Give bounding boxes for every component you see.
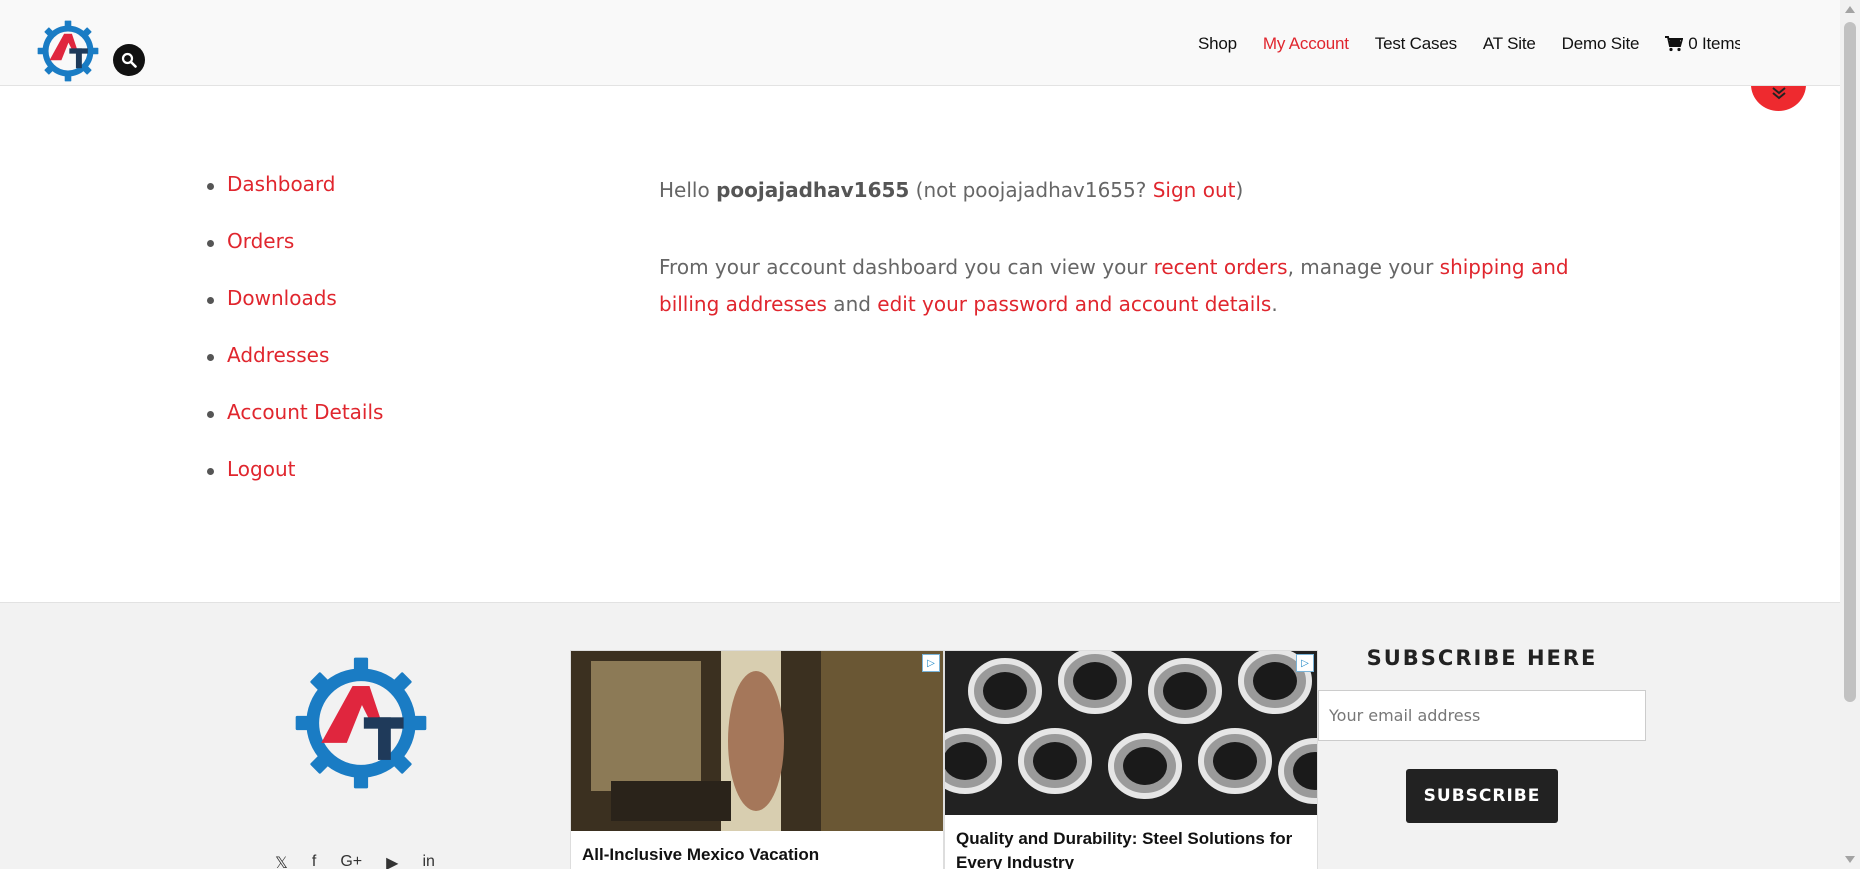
account-navigation: Dashboard Orders Downloads Addresses Acc… (206, 172, 383, 514)
twitter-icon[interactable]: 𝕏 (275, 853, 288, 869)
close-paren: ) (1235, 178, 1244, 202)
account-nav-downloads[interactable]: Downloads (227, 286, 337, 310)
account-nav-item: Account Details (206, 400, 383, 457)
ad-photo-placeholder (945, 651, 1317, 815)
social-links: 𝕏 f G+ ▶ in (275, 853, 435, 869)
ad-card[interactable]: ▷ Quality and Durability: Steel Solution… (944, 650, 1318, 869)
search-button[interactable] (113, 44, 145, 76)
double-chevron-down-icon (1771, 87, 1786, 100)
ad-title: All-Inclusive Mexico Vacation (582, 845, 820, 864)
ad-image: ▷ (945, 651, 1317, 815)
youtube-icon[interactable]: ▶ (386, 853, 398, 869)
subscribe-widget: SUBSCRIBE HERE SUBSCRIBE (1318, 646, 1646, 823)
account-nav-item: Dashboard (206, 172, 383, 229)
nav-test-cases[interactable]: Test Cases (1375, 34, 1457, 54)
ad-photo-placeholder (571, 651, 943, 831)
sign-out-link[interactable]: Sign out (1153, 178, 1236, 202)
linkedin-icon[interactable]: in (422, 853, 434, 869)
nav-shop[interactable]: Shop (1198, 34, 1237, 54)
site-header: Shop My Account Test Cases AT Site Demo … (0, 0, 1840, 86)
account-content: Hello poojajadhav1655 (not poojajadhav16… (659, 172, 1599, 363)
account-nav-item: Downloads (206, 286, 383, 343)
account-nav-dashboard[interactable]: Dashboard (227, 172, 336, 196)
account-nav-logout[interactable]: Logout (227, 457, 295, 481)
scroll-down-arrow-icon[interactable] (1845, 856, 1855, 863)
subscribe-email-input[interactable] (1318, 690, 1646, 741)
google-plus-icon[interactable]: G+ (340, 853, 362, 869)
ad-card[interactable]: ▷ All-Inclusive Mexico Vacation (570, 650, 944, 869)
scroll-up-arrow-icon[interactable] (1845, 6, 1855, 13)
nav-my-account[interactable]: My Account (1263, 34, 1349, 54)
page-scrollbar[interactable] (1840, 0, 1860, 869)
greeting-text: Hello (659, 178, 717, 202)
and-text: and (826, 292, 878, 316)
ad-choices-icon[interactable]: ▷ (1296, 654, 1314, 672)
header-mask (1740, 0, 1820, 86)
recent-orders-link[interactable]: recent orders (1154, 255, 1288, 279)
subscribe-heading: SUBSCRIBE HERE (1366, 646, 1598, 670)
account-nav-item: Orders (206, 229, 383, 286)
ad-title: Quality and Durability: Steel Solutions … (956, 829, 1293, 869)
account-nav-item: Addresses (206, 343, 383, 400)
search-icon (121, 52, 137, 68)
account-nav-account-details[interactable]: Account Details (227, 400, 383, 424)
facebook-icon[interactable]: f (312, 853, 316, 869)
footer-logo-icon[interactable] (290, 647, 432, 799)
site-footer: 𝕏 f G+ ▶ in ▷ All-Inclusive Mexico Vacat… (0, 602, 1840, 869)
scrollbar-thumb[interactable] (1844, 22, 1856, 702)
manage-text: , manage your (1287, 255, 1440, 279)
account-nav-orders[interactable]: Orders (227, 229, 294, 253)
greeting: Hello poojajadhav1655 (not poojajadhav16… (659, 172, 1599, 209)
ad-image: ▷ (571, 651, 943, 831)
username: poojajadhav1655 (716, 178, 910, 202)
account-nav-addresses[interactable]: Addresses (227, 343, 329, 367)
site-logo-icon[interactable] (35, 18, 101, 84)
subscribe-button[interactable]: SUBSCRIBE (1406, 769, 1558, 823)
intro-text: From your account dashboard you can view… (659, 255, 1154, 279)
ad-choices-icon[interactable]: ▷ (922, 654, 940, 672)
dashboard-description: From your account dashboard you can view… (659, 249, 1599, 323)
main-nav: Shop My Account Test Cases AT Site Demo … (1198, 34, 1800, 54)
not-user-text: (not poojajadhav1655? (909, 178, 1153, 202)
account-nav-item: Logout (206, 457, 383, 514)
period: . (1271, 292, 1278, 316)
nav-at-site[interactable]: AT Site (1483, 34, 1536, 54)
cart-icon (1665, 36, 1684, 52)
nav-demo-site[interactable]: Demo Site (1562, 34, 1640, 54)
edit-account-link[interactable]: edit your password and account details (877, 292, 1271, 316)
